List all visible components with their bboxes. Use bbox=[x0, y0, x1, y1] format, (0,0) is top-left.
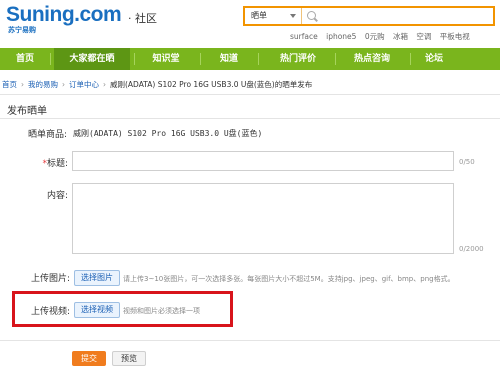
product-value: 威刚(ADATA) S102 Pro 16G USB3.0 U盘(蓝色) bbox=[73, 129, 263, 138]
nav-divider bbox=[200, 53, 201, 65]
logo-subtext: 苏宁易购 bbox=[8, 26, 36, 34]
hotword-link[interactable]: 平板电视 bbox=[440, 32, 470, 41]
content-char-count: 0/2000 bbox=[459, 245, 484, 253]
divider bbox=[0, 118, 500, 119]
image-upload-hint: 请上传3~10张图片，可一次选择多张。每张图片大小不超过5M。支持jpg、jpe… bbox=[123, 275, 455, 283]
hotword-link[interactable]: 0元购 bbox=[365, 32, 385, 41]
hotword-link[interactable]: iphone5 bbox=[326, 32, 356, 41]
divider bbox=[0, 340, 500, 341]
choose-video-button[interactable]: 选择视频 bbox=[74, 302, 120, 318]
search-box[interactable]: 晒单 bbox=[243, 6, 495, 26]
product-label: 晒单商品: bbox=[28, 130, 68, 140]
video-upload-hint: 视频和图片必须选择一项 bbox=[123, 307, 200, 315]
nav-item-reviews[interactable]: 热门评价 bbox=[266, 48, 330, 70]
nav-divider bbox=[50, 53, 51, 65]
nav-item-knowledge[interactable]: 知识堂 bbox=[136, 48, 196, 70]
content-textarea[interactable] bbox=[72, 183, 454, 254]
breadcrumb-link-home[interactable]: 首页 bbox=[2, 80, 17, 89]
title-label: *标题: bbox=[28, 156, 68, 169]
chevron-down-icon bbox=[290, 14, 296, 18]
title-input[interactable] bbox=[72, 151, 454, 171]
breadcrumb-separator: › bbox=[103, 80, 106, 89]
hotword-link[interactable]: surface bbox=[290, 32, 318, 41]
nav-divider bbox=[335, 53, 336, 65]
nav-item-forum[interactable]: 论坛 bbox=[414, 48, 454, 70]
breadcrumb: 首页 › 我的易购 › 订单中心 › 威刚(ADATA) S102 Pro 16G USB3… bbox=[2, 79, 312, 90]
submit-button[interactable]: 提交 bbox=[72, 351, 106, 366]
preview-button[interactable]: 预览 bbox=[112, 351, 146, 366]
logo-text: Suning.com bbox=[6, 3, 122, 26]
main-nav: 首页 大家都在晒 知识堂 知道 热门评价 热点咨询 论坛 bbox=[0, 48, 500, 70]
divider bbox=[0, 94, 500, 95]
nav-item-home[interactable]: 首页 bbox=[0, 48, 50, 70]
breadcrumb-current: 威刚(ADATA) S102 Pro 16G USB3.0 U盘(蓝色)的晒单发… bbox=[110, 80, 313, 89]
section-title: 发布晒单 bbox=[7, 106, 47, 117]
choose-image-button[interactable]: 选择图片 bbox=[74, 270, 120, 286]
hot-search-words: surface iphone5 0元购 冰箱 空调 平板电视 bbox=[290, 31, 476, 42]
title-label-text: 标题: bbox=[46, 159, 68, 169]
community-label[interactable]: · 社区 bbox=[128, 10, 157, 26]
breadcrumb-separator: › bbox=[62, 80, 65, 89]
hotword-link[interactable]: 冰箱 bbox=[393, 32, 408, 41]
nav-item-zhidao[interactable]: 知道 bbox=[205, 48, 253, 70]
nav-divider bbox=[134, 53, 135, 65]
nav-item-consult[interactable]: 热点咨询 bbox=[340, 48, 404, 70]
search-category-label: 晒单 bbox=[251, 11, 267, 20]
breadcrumb-link-orders[interactable]: 订单中心 bbox=[69, 80, 99, 89]
title-char-count: 0/50 bbox=[459, 158, 475, 166]
site-header: Suning.com 苏宁易购 · 社区 晒单 surface iphone5 … bbox=[0, 0, 500, 48]
nav-item-showcase[interactable]: 大家都在晒 bbox=[54, 48, 130, 70]
search-icon bbox=[307, 11, 316, 20]
breadcrumb-link-my-suning[interactable]: 我的易购 bbox=[28, 80, 58, 89]
upload-image-label: 上传图片: bbox=[30, 274, 70, 284]
hotword-link[interactable]: 空调 bbox=[416, 32, 431, 41]
breadcrumb-separator: › bbox=[21, 80, 24, 89]
suning-logo[interactable]: Suning.com 苏宁易购 bbox=[6, 3, 122, 35]
nav-divider bbox=[410, 53, 411, 65]
nav-divider bbox=[258, 53, 259, 65]
upload-video-label: 上传视频: bbox=[30, 307, 70, 317]
search-category-select[interactable]: 晒单 bbox=[245, 8, 302, 24]
content-label: 内容: bbox=[46, 191, 68, 201]
